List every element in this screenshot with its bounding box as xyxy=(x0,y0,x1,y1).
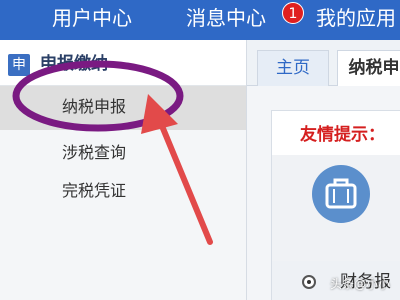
nav-message-center[interactable]: 消息中心 xyxy=(186,4,266,32)
tab-home[interactable]: 主页 xyxy=(257,50,329,86)
main-content-area: 主页 纳税申 友情提示： 财务报 xyxy=(246,40,400,300)
friendly-tip-title: 友情提示： xyxy=(300,125,385,145)
nav-user-center[interactable]: 用户中心 xyxy=(52,4,132,32)
sidebar-item-label: 纳税申报 xyxy=(62,97,127,116)
sidebar-item-tax-certificate[interactable]: 完税凭证 xyxy=(0,170,246,214)
sidebar-item-tax-declaration[interactable]: 纳税申报 xyxy=(0,86,246,130)
watermark: 头条@小小 xyxy=(329,277,390,291)
tab-tax-declaration[interactable]: 纳税申 xyxy=(337,50,400,86)
nav-my-apps[interactable]: 我的应用 xyxy=(316,4,396,32)
sidebar: 申 申报缴纳 纳税申报 涉税查询 完税凭证 xyxy=(0,40,246,300)
message-count-badge: 1 xyxy=(282,2,304,24)
info-box xyxy=(272,155,400,265)
sidebar-module-header[interactable]: 申 申报缴纳 xyxy=(0,40,246,86)
radio-button[interactable] xyxy=(302,275,316,289)
sidebar-item-label: 完税凭证 xyxy=(62,181,127,200)
sidebar-module-title: 申报缴纳 xyxy=(40,54,108,74)
notice-panel: 友情提示： 财务报 xyxy=(271,110,400,300)
tax-portal-screen: 用户中心 消息中心 1 我的应用 申 申报缴纳 纳税申报 涉税查询 完税凭证 主… xyxy=(0,0,400,300)
top-nav-bar: 用户中心 消息中心 1 我的应用 xyxy=(0,0,400,40)
declare-module-icon: 申 xyxy=(8,54,30,76)
briefcase-icon xyxy=(312,165,370,223)
tab-bar: 主页 纳税申 xyxy=(247,40,400,86)
sidebar-item-label: 涉税查询 xyxy=(62,143,127,162)
